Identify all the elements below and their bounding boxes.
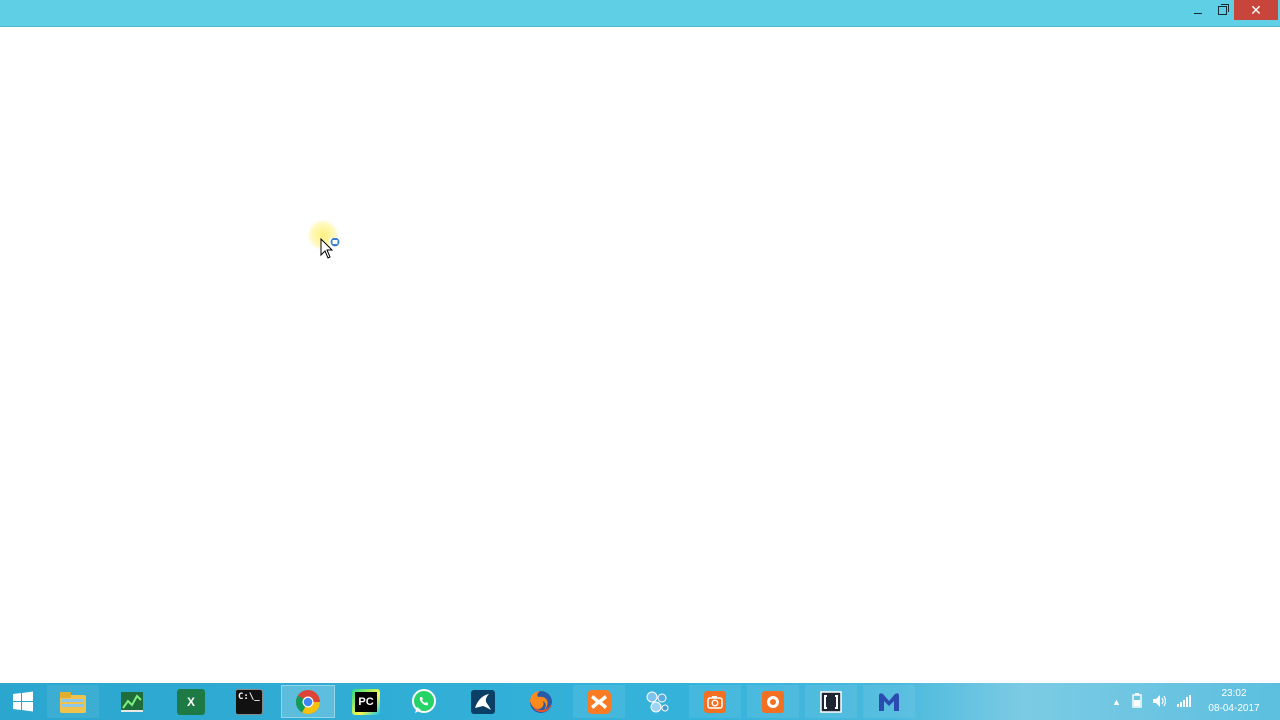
taskbar-command-prompt[interactable]: C:\_ bbox=[223, 685, 275, 718]
taskbar-xampp[interactable] bbox=[573, 685, 625, 718]
dolphin-icon bbox=[471, 689, 495, 714]
taskbar-mysql-workbench[interactable] bbox=[457, 685, 509, 718]
firefox-icon bbox=[530, 690, 552, 713]
volume-icon[interactable] bbox=[1152, 694, 1168, 708]
excel-icon-label: X bbox=[186, 694, 195, 709]
folder-icon bbox=[60, 691, 86, 713]
taskbar-whatsapp[interactable] bbox=[398, 685, 450, 718]
minimize-button[interactable] bbox=[1186, 0, 1210, 20]
chart-icon bbox=[121, 691, 143, 712]
terminal-icon-label: C:\_ bbox=[238, 691, 260, 702]
taskbar-screen-capture[interactable] bbox=[689, 685, 741, 718]
xampp-icon bbox=[587, 689, 611, 714]
chevron-up-icon[interactable]: ▲ bbox=[1112, 697, 1121, 707]
terminal-icon: C:\_ bbox=[235, 688, 263, 715]
taskbar-brackets[interactable] bbox=[805, 685, 857, 718]
power-icon[interactable] bbox=[1130, 693, 1144, 709]
chrome-icon bbox=[296, 689, 320, 714]
clock[interactable]: 23:02 08-04-2017 bbox=[1204, 686, 1264, 716]
pycharm-icon: PC bbox=[352, 688, 380, 715]
molecule-icon bbox=[646, 691, 669, 712]
windows-logo-icon bbox=[13, 691, 33, 711]
start-button[interactable] bbox=[0, 685, 46, 718]
mouse-cursor-icon bbox=[320, 236, 344, 267]
whatsapp-icon bbox=[412, 688, 436, 713]
malwarebytes-icon bbox=[879, 692, 899, 711]
taskbar-file-explorer[interactable] bbox=[47, 685, 99, 718]
taskbar-firefox[interactable] bbox=[515, 685, 567, 718]
taskbar-network-app[interactable] bbox=[631, 685, 683, 718]
camera-icon bbox=[704, 690, 726, 713]
window-content[interactable] bbox=[0, 27, 1280, 683]
record-icon bbox=[762, 690, 784, 713]
excel-icon: X bbox=[177, 688, 205, 715]
taskbar-chrome[interactable] bbox=[281, 685, 335, 718]
taskbar-task-manager[interactable] bbox=[106, 685, 158, 718]
taskbar: X C:\_ PC bbox=[0, 683, 1280, 720]
close-icon: ✕ bbox=[1250, 1, 1262, 18]
network-signal-icon[interactable] bbox=[1176, 694, 1192, 708]
minimize-icon bbox=[1194, 12, 1202, 14]
clock-date: 08-04-2017 bbox=[1208, 703, 1260, 714]
brackets-icon bbox=[820, 690, 842, 713]
taskbar-malwarebytes[interactable] bbox=[863, 685, 915, 718]
taskbar-screen-recorder[interactable] bbox=[747, 685, 799, 718]
clock-time: 23:02 bbox=[1221, 688, 1247, 699]
window-titlebar[interactable]: ✕ bbox=[0, 0, 1280, 27]
restore-icon bbox=[1217, 3, 1229, 15]
taskbar-excel[interactable]: X bbox=[165, 685, 217, 718]
restore-button[interactable] bbox=[1210, 0, 1234, 20]
pycharm-icon-label: PC bbox=[355, 691, 377, 712]
close-button[interactable]: ✕ bbox=[1234, 0, 1278, 20]
taskbar-pycharm[interactable]: PC bbox=[340, 685, 392, 718]
